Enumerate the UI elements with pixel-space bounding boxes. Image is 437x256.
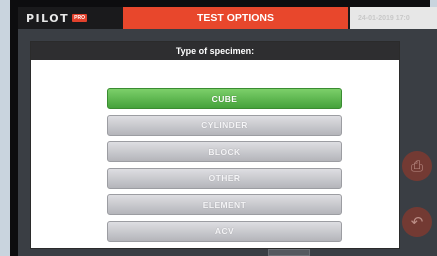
top-bar: PILOT PRO TEST OPTIONS 24-01-2019 17:0 [18, 7, 437, 29]
logo-text: PILOT [26, 11, 70, 25]
print-icon[interactable]: ⎙ [402, 151, 432, 181]
specimen-option-cylinder-button[interactable]: CYLINDER [107, 114, 342, 136]
page-title: TEST OPTIONS [123, 7, 348, 29]
specimen-option-block-button[interactable]: BLOCK [107, 141, 342, 162]
pilot-logo: PILOT PRO [26, 10, 87, 26]
logo-badge: PRO [72, 14, 87, 22]
specimen-option-element-button[interactable]: ELEMENT [107, 194, 342, 215]
touch-screen: PILOT PRO TEST OPTIONS 24-01-2019 17:0 ⎙… [18, 7, 437, 256]
specimen-option-cube-button[interactable]: CUBE [107, 88, 342, 109]
dialog-title: Type of specimen: [31, 42, 399, 60]
background-button [268, 249, 310, 256]
specimen-type-dialog: Type of specimen: CUBE CYLINDER BLOCK OTHER… [30, 41, 400, 249]
specimen-option-other-button[interactable]: OTHER [107, 167, 342, 189]
specimen-options-list: CUBE CYLINDER BLOCK OTHER ELEMENT ACV [107, 88, 342, 247]
datetime-display: 24-01-2019 17:0 [350, 7, 437, 29]
back-icon[interactable]: ↶ [402, 207, 432, 237]
specimen-option-acv-button[interactable]: ACV [107, 220, 342, 242]
